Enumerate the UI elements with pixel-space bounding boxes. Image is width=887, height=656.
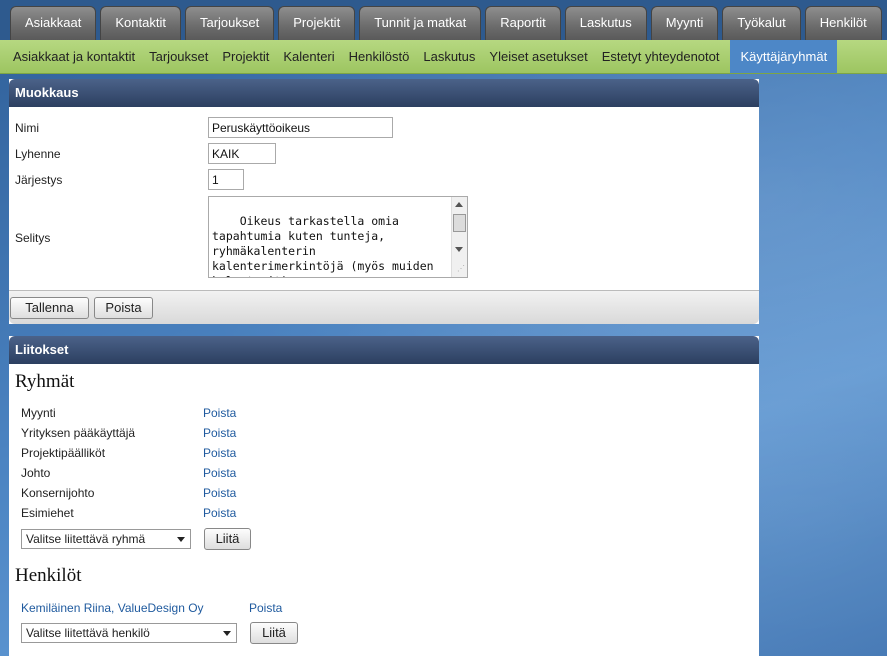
list-item: Myynti Poista — [21, 406, 281, 426]
group-remove-link[interactable]: Poista — [203, 466, 236, 480]
subtab-kayttajaryhmat[interactable]: Käyttäjäryhmät — [730, 40, 838, 73]
scroll-thumb[interactable] — [453, 214, 466, 232]
group-remove-link[interactable]: Poista — [203, 506, 236, 520]
order-label: Järjestys — [15, 173, 63, 187]
group-name: Myynti — [21, 406, 56, 420]
attach-person-button[interactable]: Liitä — [250, 622, 298, 644]
group-name: Projektipäälliköt — [21, 446, 106, 460]
links-panel: Liitokset Ryhmät Myynti Poista Yrityksen… — [9, 336, 759, 656]
group-name: Esimiehet — [21, 506, 74, 520]
group-name: Yrityksen pääkäyttäjä — [21, 426, 136, 440]
persons-title: Henkilöt — [15, 565, 82, 586]
tab-laskutus[interactable]: Laskutus — [564, 6, 647, 40]
desc-label: Selitys — [15, 231, 51, 245]
links-panel-title: Liitokset — [9, 336, 759, 364]
sub-nav: Asiakkaat ja kontaktit Tarjoukset Projek… — [0, 40, 887, 74]
tab-kontaktit[interactable]: Kontaktit — [100, 6, 181, 40]
name-label: Nimi — [15, 121, 39, 135]
group-remove-link[interactable]: Poista — [203, 426, 236, 440]
group-select-value: Valitse liitettävä ryhmä — [26, 532, 146, 546]
main-nav: Asiakkaat Kontaktit Tarjoukset Projektit… — [0, 0, 887, 40]
list-item: Konsernijohto Poista — [21, 486, 281, 506]
subtab-estetyt-yhteydenotot[interactable]: Estetyt yhteydenotot — [595, 40, 727, 73]
delete-button[interactable]: Poista — [94, 297, 153, 319]
tab-projektit[interactable]: Projektit — [278, 6, 356, 40]
tab-asiakkaat[interactable]: Asiakkaat — [10, 6, 97, 40]
chevron-down-icon — [177, 537, 185, 542]
desc-textarea[interactable]: Oikeus tarkastella omia tapahtumia kuten… — [208, 196, 468, 278]
list-item: Esimiehet Poista — [21, 506, 281, 526]
edit-button-bar: Tallenna Poista — [9, 290, 759, 324]
subtab-projektit[interactable]: Projektit — [215, 40, 276, 73]
subtab-asiakkaat-ja-kontaktit[interactable]: Asiakkaat ja kontaktit — [6, 40, 142, 73]
subtab-laskutus[interactable]: Laskutus — [416, 40, 482, 73]
group-remove-link[interactable]: Poista — [203, 486, 236, 500]
order-input[interactable] — [208, 169, 244, 190]
save-button[interactable]: Tallenna — [10, 297, 89, 319]
tab-tyokalut[interactable]: Työkalut — [722, 6, 801, 40]
tab-myynti[interactable]: Myynti — [650, 6, 719, 40]
groups-title: Ryhmät — [15, 371, 75, 392]
list-item: Johto Poista — [21, 466, 281, 486]
resize-grip-icon[interactable]: ⋰ — [457, 261, 465, 276]
subtab-yleiset-asetukset[interactable]: Yleiset asetukset — [482, 40, 594, 73]
edit-panel-title: Muokkaus — [9, 79, 759, 107]
tab-henkilot[interactable]: Henkilöt — [804, 6, 882, 40]
desc-text: Oikeus tarkastella omia tapahtumia kuten… — [212, 214, 434, 277]
name-input[interactable] — [208, 117, 393, 138]
edit-panel: Muokkaus Nimi Lyhenne Järjestys Selitys … — [9, 79, 759, 324]
group-remove-link[interactable]: Poista — [203, 446, 236, 460]
chevron-down-icon — [223, 631, 231, 636]
subtab-tarjoukset[interactable]: Tarjoukset — [142, 40, 215, 73]
scroll-down-icon[interactable] — [455, 247, 463, 252]
subtab-kalenteri[interactable]: Kalenteri — [276, 40, 341, 73]
tab-tunnit-ja-matkat[interactable]: Tunnit ja matkat — [359, 6, 482, 40]
tab-raportit[interactable]: Raportit — [485, 6, 561, 40]
person-select[interactable]: Valitse liitettävä henkilö — [21, 623, 237, 643]
abbr-input[interactable] — [208, 143, 276, 164]
scroll-up-icon[interactable] — [455, 202, 463, 207]
group-name: Johto — [21, 466, 51, 480]
list-item: Projektipäälliköt Poista — [21, 446, 281, 466]
attach-group-button[interactable]: Liitä — [204, 528, 251, 550]
person-link[interactable]: Kemiläinen Riina, ValueDesign Oy — [21, 601, 204, 615]
subtab-henkilosto[interactable]: Henkilöstö — [342, 40, 417, 73]
group-select[interactable]: Valitse liitettävä ryhmä — [21, 529, 191, 549]
group-name: Konsernijohto — [21, 486, 95, 500]
tab-tarjoukset[interactable]: Tarjoukset — [184, 6, 275, 40]
list-item: Yrityksen pääkäyttäjä Poista — [21, 426, 281, 446]
group-remove-link[interactable]: Poista — [203, 406, 236, 420]
person-select-value: Valitse liitettävä henkilö — [26, 626, 150, 640]
person-remove-link[interactable]: Poista — [249, 601, 282, 615]
abbr-label: Lyhenne — [15, 147, 61, 161]
